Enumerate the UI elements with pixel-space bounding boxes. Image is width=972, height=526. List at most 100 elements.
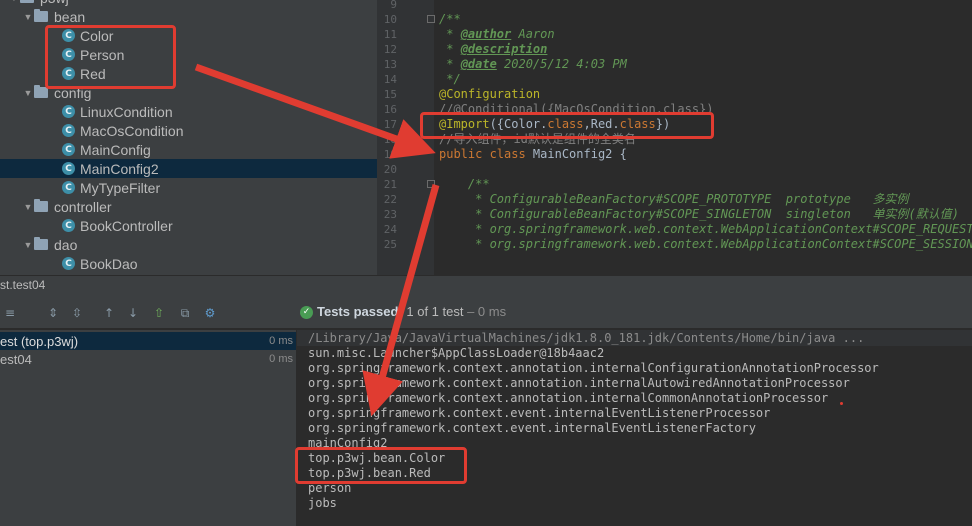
- console-line: org.springframework.context.event.intern…: [308, 421, 756, 435]
- code-line[interactable]: 25 * org.springframework.web.context.Web…: [377, 237, 972, 252]
- tree-item-label: LinuxCondition: [80, 103, 173, 120]
- class-icon: C: [62, 181, 75, 194]
- run-tab-bar: st.test04: [0, 275, 972, 299]
- expand-icon[interactable]: ⇕: [45, 305, 61, 321]
- code-text: /**: [439, 177, 490, 192]
- test-item[interactable]: est04 0 ms: [0, 350, 296, 368]
- prev-icon[interactable]: ↑: [101, 305, 117, 321]
- class-icon: C: [62, 105, 75, 118]
- code-token: /**: [439, 177, 490, 191]
- code-text: * ConfigurableBeanFactory#SCOPE_PROTOTYP…: [439, 192, 908, 207]
- tree-folder[interactable]: ▼ dao: [0, 235, 377, 254]
- expand-arrow-icon[interactable]: ▼: [8, 0, 20, 3]
- run-toolbar: ≡ ⇕ ⇳ ↑ ↓ ⇧ ⧉ ⚙ ✓ Tests passed: 1 of 1 t…: [0, 299, 972, 329]
- code-token: *: [439, 27, 461, 41]
- run-tab[interactable]: st.test04: [0, 278, 45, 292]
- export-icon[interactable]: ⇧: [151, 305, 167, 321]
- console-line: sun.misc.Launcher$AppClassLoader@18b4aac…: [308, 346, 605, 360]
- expand-arrow-icon[interactable]: ▼: [22, 88, 34, 98]
- code-line[interactable]: 19 public class MainConfig2 {: [377, 147, 972, 162]
- code-line[interactable]: 23 * ConfigurableBeanFactory#SCOPE_SINGL…: [377, 207, 972, 222]
- expand-arrow-icon[interactable]: ▼: [22, 202, 34, 212]
- tree-item-label: p3wj: [40, 0, 69, 6]
- tree-class-item[interactable]: C BookDao: [0, 254, 377, 273]
- expand-arrow-icon[interactable]: ▼: [22, 12, 34, 22]
- code-text: * @description: [439, 42, 547, 57]
- tree-item-label: MainConfig: [80, 141, 151, 158]
- code-text: * org.springframework.web.context.WebApp…: [439, 237, 972, 252]
- tree-class-item[interactable]: C LinuxCondition: [0, 102, 377, 121]
- console-line: org.springframework.context.annotation.i…: [308, 376, 850, 390]
- code-token: */: [439, 72, 461, 86]
- annotation-dot: [840, 402, 843, 405]
- tree-class-item[interactable]: C BookController: [0, 216, 377, 235]
- tree-folder[interactable]: ▼ p3wj: [0, 0, 377, 7]
- code-line[interactable]: 15 @Configuration: [377, 87, 972, 102]
- expand-arrow-icon[interactable]: ▼: [22, 240, 34, 250]
- test-item[interactable]: est (top.p3wj) 0 ms: [0, 332, 296, 350]
- tree-item-label: BookDao: [80, 255, 138, 272]
- tree-class-item[interactable]: C MainConfig: [0, 140, 377, 159]
- folder-icon: [34, 9, 48, 22]
- settings-icon[interactable]: ⚙: [202, 305, 218, 321]
- code-text: public class MainConfig2 {: [439, 147, 627, 162]
- folder-icon: [34, 237, 48, 250]
- code-token: @date: [460, 57, 497, 71]
- code-line[interactable]: 24 * org.springframework.web.context.Web…: [377, 222, 972, 237]
- code-line[interactable]: 13 * @date 2020/5/12 4:03 PM: [377, 57, 972, 72]
- line-number: 24: [383, 223, 397, 236]
- code-line[interactable]: 12 * @description: [377, 42, 972, 57]
- tests-passed-icon: ✓: [300, 306, 313, 319]
- code-line[interactable]: 20: [377, 162, 972, 177]
- line-number: 9: [390, 0, 397, 11]
- line-number: 11: [383, 28, 397, 41]
- line-number: 10: [383, 13, 397, 26]
- line-number: 22: [383, 193, 397, 206]
- line-number: 15: [383, 88, 397, 101]
- code-line[interactable]: 21 /**: [377, 177, 972, 192]
- tree-class-item[interactable]: C MacOsCondition: [0, 121, 377, 140]
- line-number: 23: [383, 208, 397, 221]
- history-icon[interactable]: ⧉: [177, 305, 193, 321]
- code-text: * ConfigurableBeanFactory#SCOPE_SINGLETO…: [439, 207, 959, 222]
- line-number: 12: [383, 43, 397, 56]
- line-number: 19: [383, 148, 397, 161]
- line-number: 14: [383, 73, 397, 86]
- tree-folder[interactable]: ▼ bean: [0, 7, 377, 26]
- code-token: @author: [460, 27, 512, 41]
- code-text: @Configuration: [439, 87, 540, 102]
- tree-item-label: bean: [54, 8, 86, 25]
- class-icon: C: [62, 219, 75, 232]
- console-line: org.springframework.context.annotation.i…: [308, 361, 879, 375]
- annotation-box-bean-classes: [45, 25, 176, 89]
- tree-class-item[interactable]: C MainConfig2: [0, 159, 377, 178]
- line-number: 20: [383, 163, 397, 176]
- class-icon: C: [62, 162, 75, 175]
- collapse-icon[interactable]: ⇳: [69, 305, 85, 321]
- code-token: * org.springframework.web.context.WebApp…: [439, 237, 972, 251]
- code-token: @description: [460, 42, 548, 56]
- code-token: @Configuration: [439, 87, 541, 101]
- code-line[interactable]: 14 */: [377, 72, 972, 87]
- fold-icon[interactable]: [427, 15, 435, 23]
- tree-item-label: MyTypeFilter: [80, 179, 161, 196]
- code-line[interactable]: 9: [377, 0, 972, 12]
- test-name: est (top.p3wj): [0, 334, 79, 349]
- fold-icon[interactable]: [427, 180, 435, 188]
- console-line: org.springframework.context.annotation.i…: [308, 391, 829, 405]
- test-status: Tests passed: 1 of 1 test – 0 ms: [317, 304, 506, 319]
- status-prefix: Tests passed:: [317, 304, 403, 319]
- rerun-icon[interactable]: ≡: [2, 305, 18, 321]
- tree-class-item[interactable]: C MyTypeFilter: [0, 178, 377, 197]
- status-count: 1 of 1 test: [406, 304, 464, 319]
- next-icon[interactable]: ↓: [125, 305, 141, 321]
- code-line[interactable]: 22 * ConfigurableBeanFactory#SCOPE_PROTO…: [377, 192, 972, 207]
- tree-folder[interactable]: ▼ controller: [0, 197, 377, 216]
- test-duration: 0 ms: [269, 353, 293, 365]
- console-line: /Library/Java/JavaVirtualMachines/jdk1.8…: [308, 331, 865, 345]
- code-line[interactable]: 10 /**: [377, 12, 972, 27]
- code-line[interactable]: 11 * @author Aaron: [377, 27, 972, 42]
- code-token: /**: [439, 12, 461, 26]
- console-output[interactable]: /Library/Java/JavaVirtualMachines/jdk1.8…: [297, 330, 972, 526]
- code-token: Aaron: [511, 27, 555, 41]
